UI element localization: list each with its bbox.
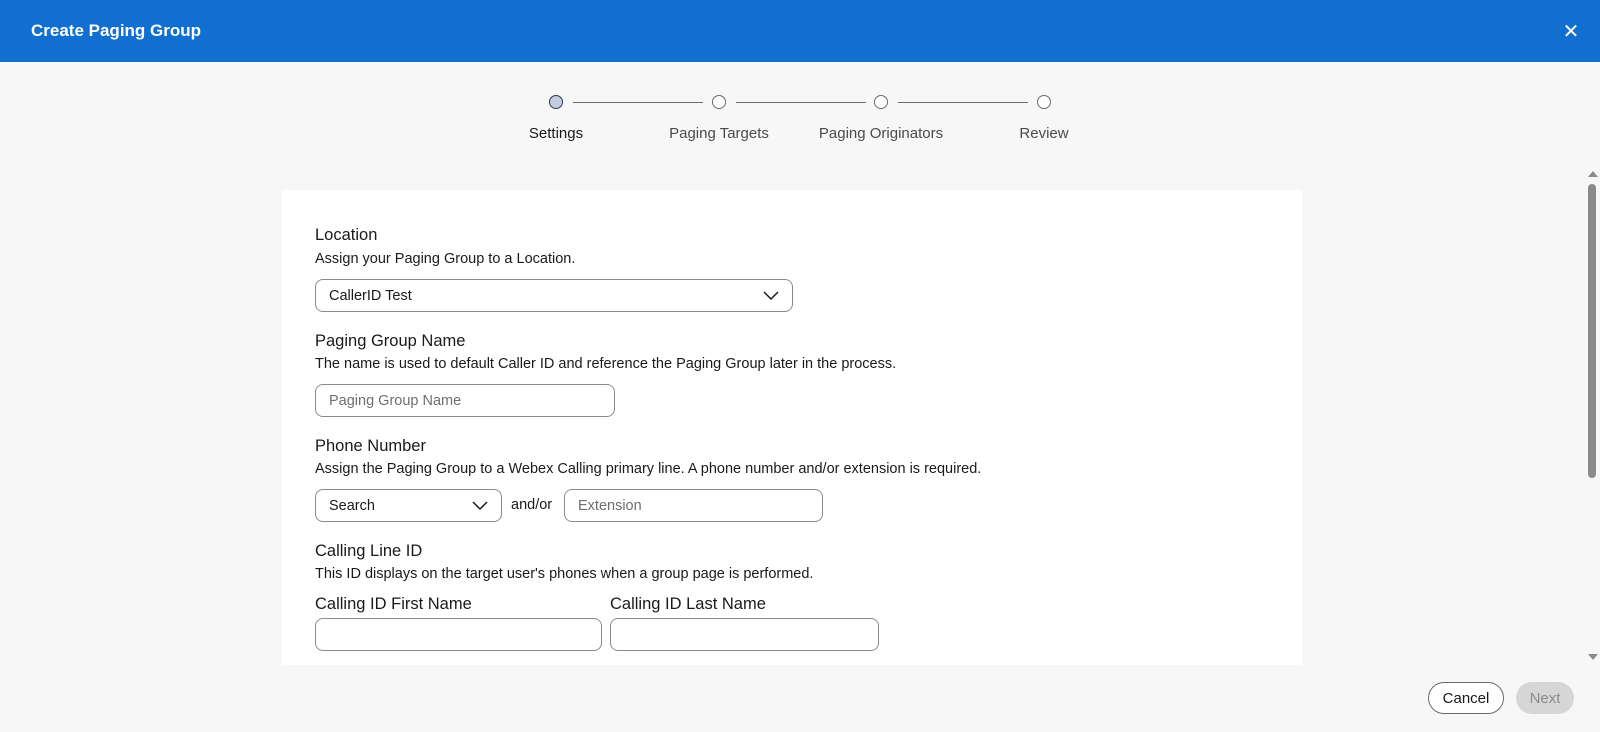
step-label: Paging Originators [818,125,944,142]
first-name-label: Calling ID First Name [315,595,472,613]
modal-header: Create Paging Group ✕ [0,0,1600,62]
phone-number-search-value: Search [329,497,375,514]
modal-title: Create Paging Group [31,21,202,40]
location-select-value: CallerID Test [329,287,412,304]
close-icon[interactable]: ✕ [1561,21,1581,43]
and-or-label: and/or [511,497,553,513]
settings-form-card: Location Assign your Paging Group to a L… [282,190,1302,665]
chevron-down-icon [763,290,779,300]
step-paging-originators[interactable]: Paging Originators [801,95,961,142]
calling-id-first-name-input[interactable] [315,618,602,651]
chevron-down-icon [472,500,488,510]
step-indicator-icon [1037,95,1051,109]
paging-group-name-input[interactable] [315,384,615,417]
scrollbar-thumb[interactable] [1588,184,1596,478]
step-indicator-icon [712,95,726,109]
cancel-button[interactable]: Cancel [1428,682,1504,714]
step-indicator-icon [549,95,563,109]
group-name-title: Paging Group Name [315,332,466,350]
step-label: Review [1019,125,1069,142]
calling-id-last-name-input[interactable] [610,618,879,651]
scroll-down-icon[interactable] [1588,654,1598,660]
extension-input[interactable] [564,489,823,522]
calling-line-id-title: Calling Line ID [315,542,423,560]
vertical-scrollbar[interactable] [1584,168,1600,663]
next-button[interactable]: Next [1516,682,1574,714]
location-description: Assign your Paging Group to a Location. [315,251,576,267]
step-settings[interactable]: Settings [476,95,636,142]
step-indicator-icon [874,95,888,109]
location-select[interactable]: CallerID Test [315,279,793,312]
calling-line-id-description: This ID displays on the target user's ph… [315,566,814,582]
scroll-up-icon[interactable] [1588,171,1598,177]
last-name-label: Calling ID Last Name [610,595,766,613]
location-title: Location [315,226,378,244]
wizard-stepper: Settings Paging Targets Paging Originato… [0,95,1600,155]
step-label: Paging Targets [669,125,769,142]
step-label: Settings [528,125,584,142]
phone-number-description: Assign the Paging Group to a Webex Calli… [315,461,982,477]
step-review[interactable]: Review [964,95,1124,142]
group-name-description: The name is used to default Caller ID an… [315,356,897,372]
phone-number-search-select[interactable]: Search [315,489,502,522]
step-paging-targets[interactable]: Paging Targets [639,95,799,142]
phone-number-title: Phone Number [315,437,426,455]
